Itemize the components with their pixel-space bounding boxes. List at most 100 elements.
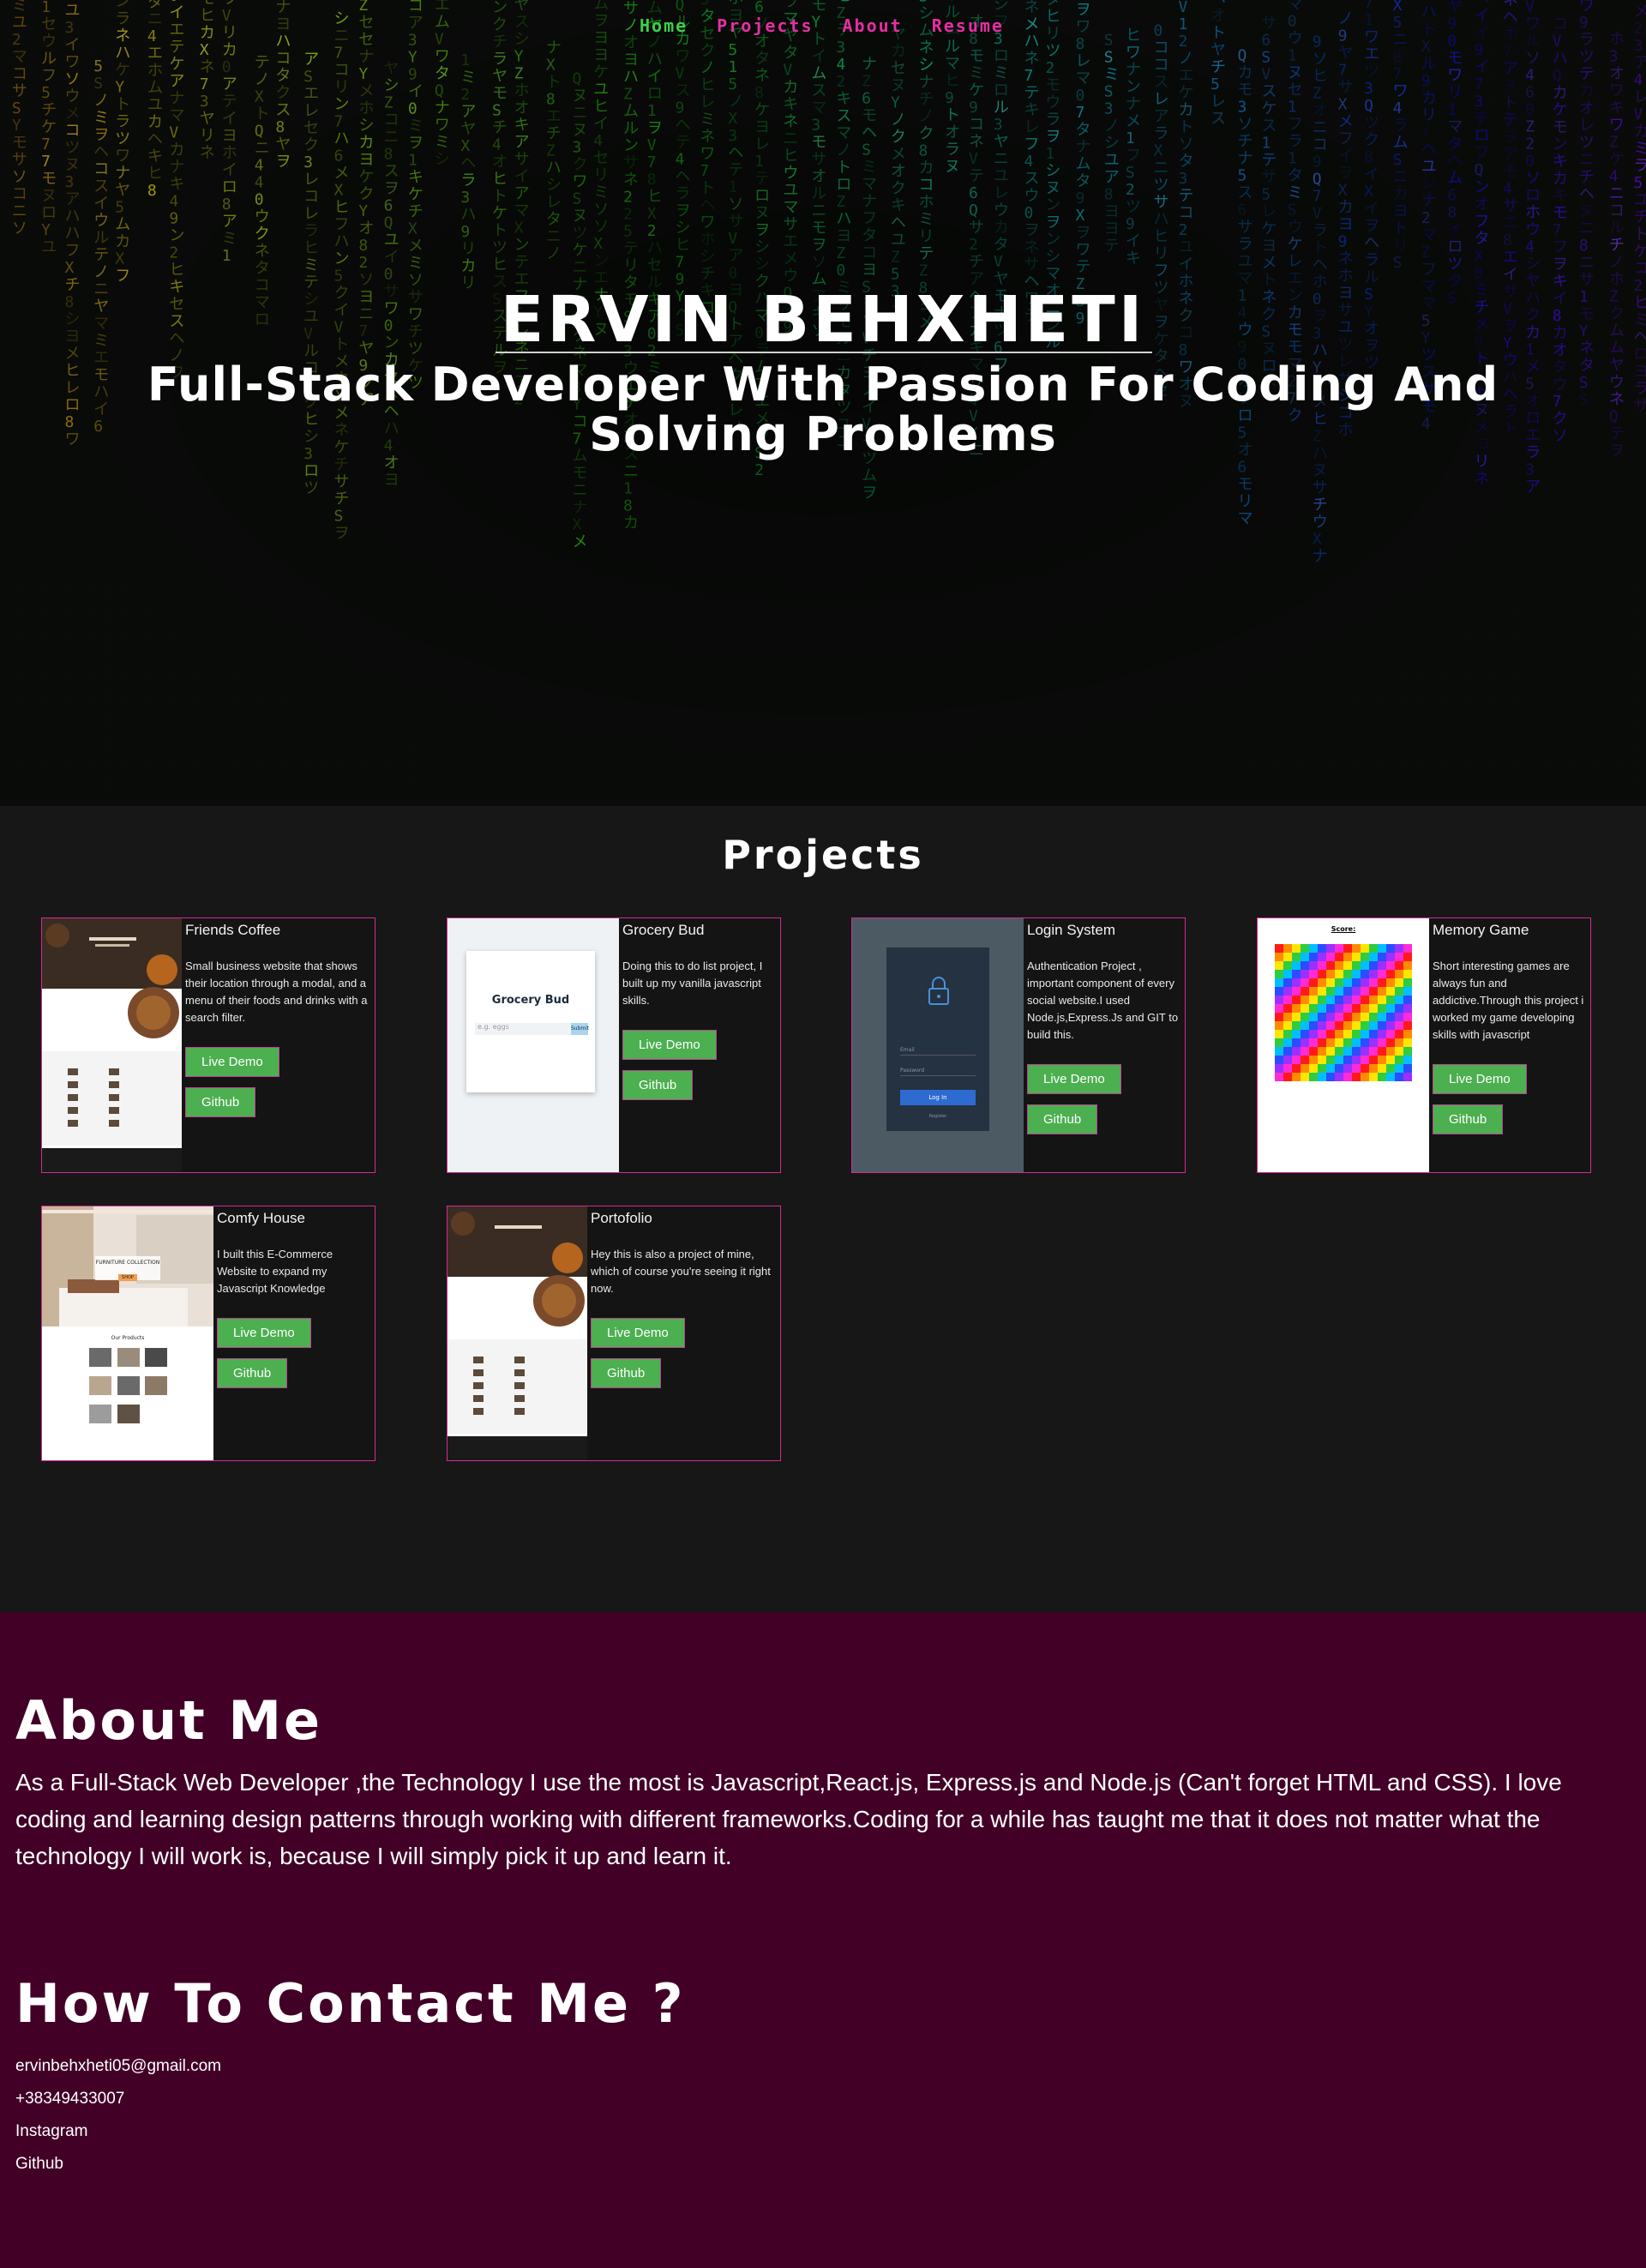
- memory-tile: [1335, 987, 1343, 996]
- memory-tile: [1361, 1038, 1369, 1047]
- memory-tile: [1352, 970, 1361, 978]
- github-button[interactable]: Github: [622, 1070, 694, 1100]
- memory-tile: [1395, 970, 1403, 978]
- nav-about-link[interactable]: About: [843, 15, 903, 36]
- memory-tile: [1386, 1030, 1395, 1038]
- live-demo-button[interactable]: Live Demo: [217, 1318, 311, 1348]
- memory-tile: [1395, 961, 1403, 970]
- memory-tile: [1301, 996, 1309, 1004]
- memory-tile: [1309, 1004, 1318, 1013]
- memory-tile: [1369, 1004, 1378, 1013]
- memory-tile: [1386, 1004, 1395, 1013]
- memory-tile: [1283, 1047, 1292, 1056]
- memory-tile: [1309, 1056, 1318, 1064]
- memory-tile: [1283, 944, 1292, 953]
- project-title: Comfy House: [217, 1210, 305, 1226]
- project-thumbnail: Email Password Log In Register: [852, 918, 1024, 1172]
- memory-tile: [1301, 987, 1309, 996]
- memory-tile: [1352, 1064, 1361, 1073]
- memory-tile: [1369, 1013, 1378, 1021]
- memory-tile: [1318, 961, 1326, 970]
- memory-tile: [1335, 1056, 1343, 1064]
- live-demo-button[interactable]: Live Demo: [591, 1318, 685, 1348]
- memory-tile: [1369, 978, 1378, 987]
- memory-tile: [1326, 996, 1335, 1004]
- memory-tile: [1369, 1047, 1378, 1056]
- project-description: Short interesting games are always fun a…: [1433, 960, 1584, 1041]
- thumbnail-register-link: Register: [928, 1114, 947, 1119]
- memory-tile: [1292, 1013, 1301, 1021]
- memory-tile: [1395, 1013, 1403, 1021]
- memory-tile: [1361, 970, 1369, 978]
- memory-grid-image: [1275, 944, 1412, 1081]
- memory-tile: [1378, 961, 1386, 970]
- memory-tile: [1386, 1047, 1395, 1056]
- github-button[interactable]: Github: [1433, 1104, 1504, 1134]
- memory-tile: [1335, 1013, 1343, 1021]
- github-button[interactable]: Github: [1027, 1104, 1098, 1134]
- contact-github-link[interactable]: Github: [15, 2148, 1631, 2181]
- memory-tile: [1403, 1038, 1412, 1047]
- live-demo-button[interactable]: Live Demo: [185, 1047, 279, 1077]
- memory-tile: [1352, 1013, 1361, 1021]
- project-description: Hey this is also a project of mine, whic…: [591, 1248, 771, 1295]
- project-thumbnail: Grocery Bud e.g. eggs Submit: [448, 918, 619, 1172]
- memory-tile: [1326, 987, 1335, 996]
- memory-tile: [1403, 970, 1412, 978]
- memory-tile: [1335, 1047, 1343, 1056]
- project-card: Portofolio Hey this is also a project of…: [447, 1206, 781, 1461]
- contact-list: ervinbehxheti05@gmail.com +38349433007 I…: [15, 2050, 1631, 2181]
- thumbnail-email-field: Email: [900, 1047, 976, 1056]
- top-nav: Home Projects About Resume: [640, 15, 1033, 36]
- memory-tile: [1301, 1047, 1309, 1056]
- contact-phone[interactable]: +38349433007: [15, 2083, 1631, 2115]
- memory-tile: [1378, 987, 1386, 996]
- nav-home-link[interactable]: Home: [640, 15, 688, 36]
- memory-tile: [1343, 987, 1352, 996]
- memory-tile: [1361, 1064, 1369, 1073]
- memory-tile: [1403, 1056, 1412, 1064]
- memory-tile: [1395, 944, 1403, 953]
- nav-projects-link[interactable]: Projects: [717, 15, 813, 36]
- memory-tile: [1403, 953, 1412, 961]
- memory-tile: [1292, 970, 1301, 978]
- memory-tile: [1283, 953, 1292, 961]
- thumbnail-collection-text: FURNITURE COLLECTION: [95, 1260, 160, 1266]
- memory-tile: [1369, 944, 1378, 953]
- live-demo-button[interactable]: Live Demo: [622, 1030, 717, 1060]
- memory-tile: [1283, 1038, 1292, 1047]
- memory-tile: [1318, 1047, 1326, 1056]
- memory-tile: [1275, 996, 1283, 1004]
- nav-resume-link[interactable]: Resume: [932, 15, 1004, 36]
- github-button[interactable]: Github: [217, 1358, 288, 1388]
- memory-tile: [1335, 1073, 1343, 1081]
- memory-tile: [1275, 987, 1283, 996]
- memory-tile: [1275, 978, 1283, 987]
- memory-tile: [1326, 953, 1335, 961]
- memory-tile: [1343, 1064, 1352, 1073]
- memory-tile: [1378, 1013, 1386, 1021]
- memory-tile: [1343, 970, 1352, 978]
- memory-tile: [1361, 1021, 1369, 1030]
- memory-tile: [1283, 978, 1292, 987]
- memory-tile: [1361, 1047, 1369, 1056]
- memory-tile: [1292, 1030, 1301, 1038]
- contact-instagram-link[interactable]: Instagram: [15, 2115, 1631, 2148]
- memory-tile: [1403, 1021, 1412, 1030]
- live-demo-button[interactable]: Live Demo: [1027, 1064, 1121, 1094]
- memory-tile: [1352, 1021, 1361, 1030]
- memory-tile: [1301, 970, 1309, 978]
- memory-tile: [1318, 987, 1326, 996]
- github-button[interactable]: Github: [185, 1087, 256, 1117]
- memory-tile: [1352, 1073, 1361, 1081]
- memory-tile: [1335, 953, 1343, 961]
- memory-tile: [1403, 944, 1412, 953]
- memory-tile: [1283, 1073, 1292, 1081]
- memory-tile: [1369, 1021, 1378, 1030]
- memory-tile: [1343, 944, 1352, 953]
- memory-tile: [1283, 1064, 1292, 1073]
- memory-tile: [1403, 1004, 1412, 1013]
- live-demo-button[interactable]: Live Demo: [1433, 1064, 1527, 1094]
- contact-email[interactable]: ervinbehxheti05@gmail.com: [15, 2050, 1631, 2083]
- github-button[interactable]: Github: [591, 1358, 662, 1388]
